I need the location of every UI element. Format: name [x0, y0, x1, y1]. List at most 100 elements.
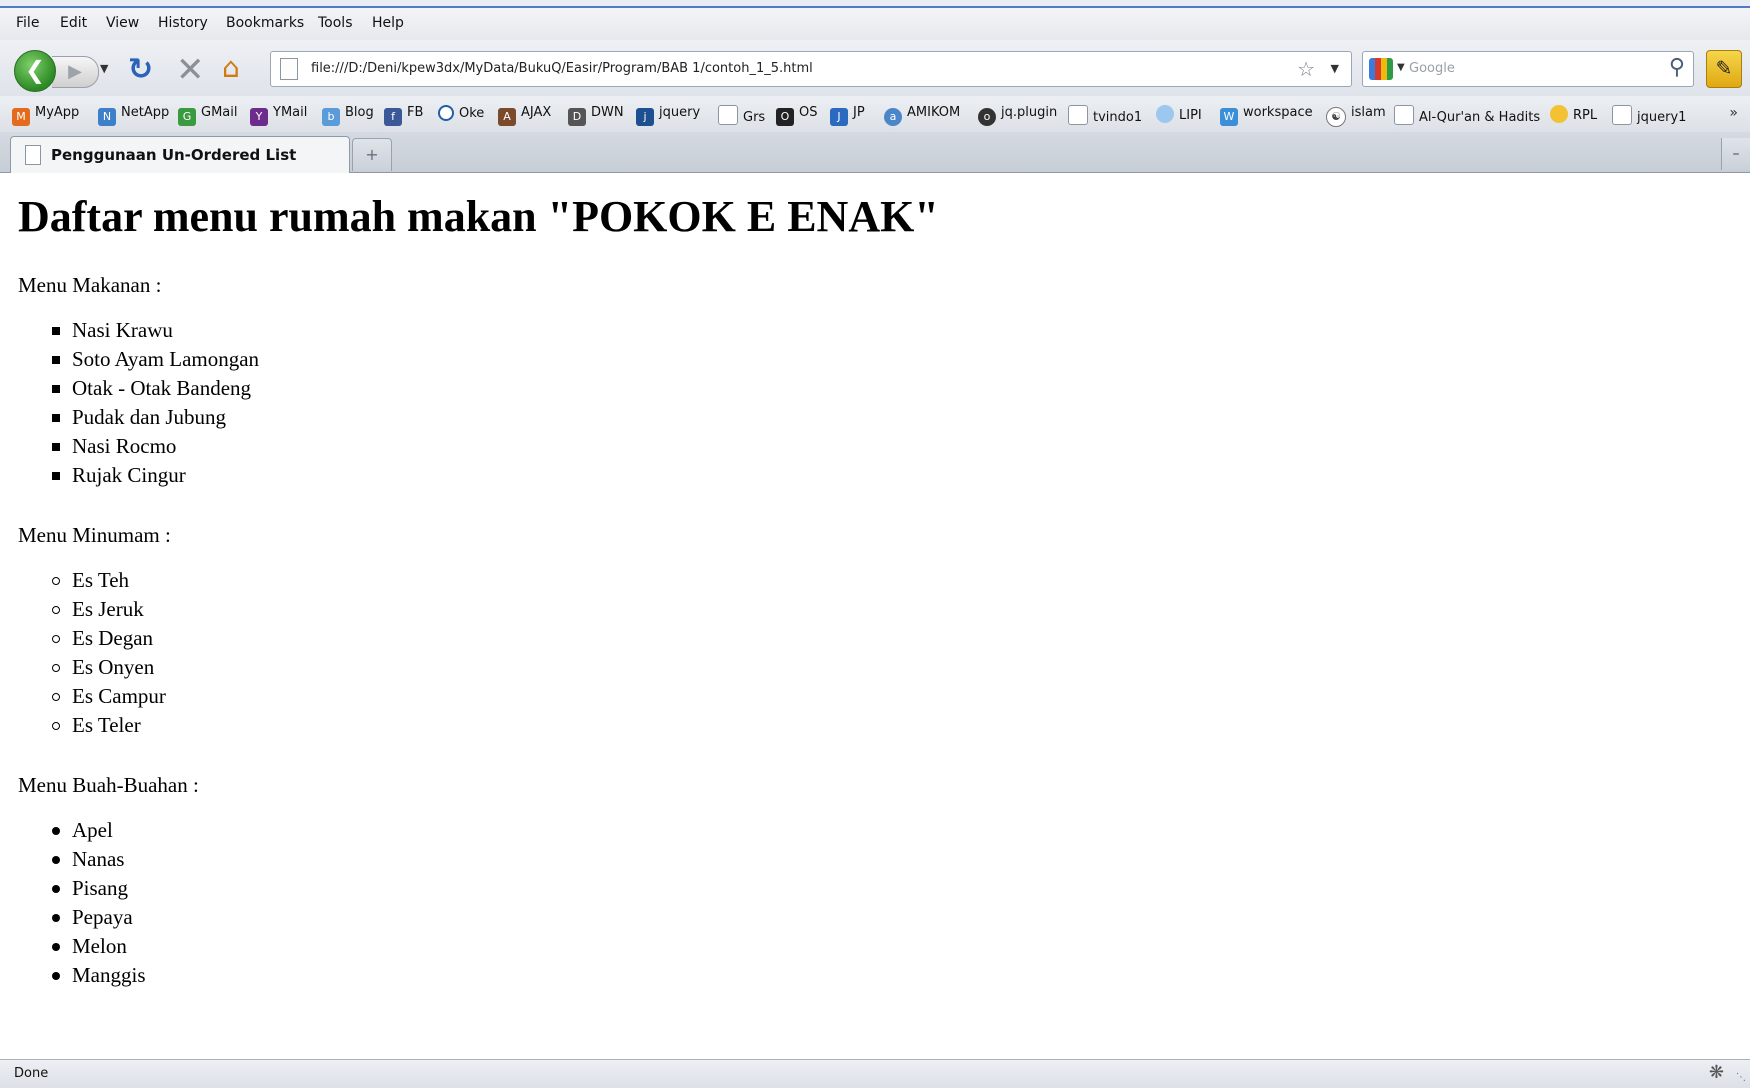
- bookmark-rpl[interactable]: RPL: [1550, 105, 1597, 123]
- menu-edit[interactable]: Edit: [60, 15, 87, 31]
- menu-bookmarks[interactable]: Bookmarks: [226, 15, 304, 31]
- list-item: Manggis: [52, 961, 146, 990]
- tab-list-icon[interactable]: –: [1721, 138, 1750, 170]
- bookmarks-overflow-icon[interactable]: »: [1729, 105, 1738, 121]
- bookmark-gmail[interactable]: G GMail: [178, 105, 237, 126]
- tab-active[interactable]: Penggunaan Un-Ordered List: [10, 136, 350, 173]
- back-button[interactable]: ❮: [14, 50, 56, 92]
- bookmark-star-icon[interactable]: ☆: [1297, 57, 1315, 81]
- bookmark-label: FB: [407, 105, 424, 120]
- bookmark-jq-plugin[interactable]: o jq.plugin: [978, 105, 1057, 126]
- forward-button[interactable]: ▶: [52, 56, 99, 88]
- bookmark-os[interactable]: O OS: [776, 105, 817, 126]
- bookmark-label: DWN: [591, 105, 624, 120]
- bookmark-icon: M: [12, 108, 30, 126]
- list-item: Es Onyen: [52, 653, 166, 682]
- resize-grip-icon[interactable]: ⋱: [1736, 1072, 1746, 1083]
- menu-view[interactable]: View: [106, 15, 139, 31]
- bookmark-ajax[interactable]: A AJAX: [498, 105, 551, 126]
- bookmark-alquran-hadits[interactable]: Al-Qur'an & Hadits: [1394, 105, 1540, 125]
- new-tab-button[interactable]: +: [352, 138, 392, 171]
- bookmark-tvindo1[interactable]: tvindo1: [1068, 105, 1142, 125]
- bookmark-label: YMail: [273, 105, 308, 120]
- page-icon: [25, 145, 41, 165]
- bookmark-label: jquery1: [1637, 110, 1687, 125]
- history-dropdown-icon[interactable]: ▼: [100, 62, 108, 75]
- addon-icon[interactable]: ✎: [1706, 50, 1742, 88]
- window-top-border: [0, 0, 1750, 8]
- search-engine-icon[interactable]: [1369, 58, 1393, 80]
- search-bar[interactable]: ▼ Google ⚲: [1362, 51, 1694, 87]
- bookmark-icon: [1550, 105, 1568, 123]
- addon-status-icon[interactable]: ❋: [1709, 1062, 1724, 1083]
- list-item: Nasi Rocmo: [52, 432, 259, 461]
- bookmark-dwn[interactable]: D DWN: [568, 105, 624, 126]
- bookmark-jquery1[interactable]: jquery1: [1612, 105, 1686, 125]
- bookmark-icon: [1394, 105, 1414, 125]
- bookmark-icon: [1156, 105, 1174, 123]
- bookmark-myapp[interactable]: M MyApp: [12, 105, 79, 126]
- bookmark-icon: ☯: [1326, 107, 1346, 127]
- url-bar[interactable]: file:///D:/Deni/kpew3dx/MyData/BukuQ/Eas…: [270, 51, 1352, 87]
- list-item: Es Teh: [52, 566, 166, 595]
- menu-tools[interactable]: Tools: [318, 15, 353, 31]
- bookmark-label: JP: [853, 105, 865, 120]
- bookmark-label: Grs: [743, 110, 766, 125]
- bookmark-fb[interactable]: f FB: [384, 105, 423, 126]
- bookmark-netapp[interactable]: N NetApp: [98, 105, 169, 126]
- bookmark-amikom[interactable]: a AMIKOM: [884, 105, 960, 126]
- bookmark-lipi[interactable]: LIPI: [1156, 105, 1202, 123]
- bookmark-label: Blog: [345, 105, 374, 120]
- search-engine-dropdown-icon[interactable]: ▼: [1397, 62, 1405, 73]
- menu-history[interactable]: History: [158, 15, 208, 31]
- status-bar: Done ❋ ⋱: [0, 1059, 1750, 1088]
- bookmark-label: Al-Qur'an & Hadits: [1419, 110, 1541, 125]
- bookmark-label: tvindo1: [1093, 110, 1143, 125]
- bookmark-icon: D: [568, 108, 586, 126]
- bookmark-oke[interactable]: Oke: [438, 105, 484, 121]
- back-arrow-icon: ❮: [24, 56, 46, 84]
- menu-file[interactable]: File: [16, 15, 39, 31]
- section-label-buah: Menu Buah-Buahan :: [18, 773, 199, 797]
- section-label-makanan: Menu Makanan :: [18, 273, 162, 297]
- list-item: Es Teler: [52, 711, 166, 740]
- url-text[interactable]: file:///D:/Deni/kpew3dx/MyData/BukuQ/Eas…: [311, 61, 813, 76]
- list-item: Pudak dan Jubung: [52, 403, 259, 432]
- url-dropdown-icon[interactable]: ▼: [1331, 62, 1339, 75]
- bookmark-grs[interactable]: Grs: [718, 105, 765, 125]
- fruit-list: Apel Nanas Pisang Pepaya Melon Manggis: [52, 816, 146, 990]
- bookmark-ymail[interactable]: Y YMail: [250, 105, 307, 126]
- bookmark-jquery[interactable]: j jquery: [636, 105, 700, 126]
- bookmark-label: AJAX: [521, 105, 552, 120]
- bookmark-icon: A: [498, 108, 516, 126]
- section-label-minuman: Menu Minumam :: [18, 523, 171, 547]
- bookmark-label: GMail: [201, 105, 238, 120]
- bookmark-workspace[interactable]: Wworkspace: [1220, 105, 1313, 126]
- list-item: Melon: [52, 932, 146, 961]
- bookmark-blog[interactable]: b Blog: [322, 105, 374, 126]
- list-item: Otak - Otak Bandeng: [52, 374, 259, 403]
- drink-list: Es Teh Es Jeruk Es Degan Es Onyen Es Cam…: [52, 566, 166, 740]
- bookmark-icon: G: [178, 108, 196, 126]
- tab-bar: Penggunaan Un-Ordered List + –: [0, 132, 1750, 173]
- home-icon[interactable]: ⌂: [222, 51, 240, 84]
- menu-help[interactable]: Help: [372, 15, 404, 31]
- list-item: Es Campur: [52, 682, 166, 711]
- bookmark-icon: a: [884, 108, 902, 126]
- bookmark-jp[interactable]: J JP: [830, 105, 865, 126]
- list-item: Nasi Krawu: [52, 316, 259, 345]
- search-icon[interactable]: ⚲: [1669, 55, 1685, 80]
- bookmark-islam[interactable]: ☯ islam: [1326, 105, 1386, 127]
- list-item: Es Jeruk: [52, 595, 166, 624]
- reload-icon[interactable]: ↻: [128, 52, 153, 87]
- search-input[interactable]: Google: [1409, 61, 1455, 76]
- bookmark-label: jq.plugin: [1001, 105, 1058, 120]
- menu-bar: File Edit View History Bookmarks Tools H…: [0, 8, 1750, 40]
- bookmark-icon: [1068, 105, 1088, 125]
- stop-icon[interactable]: ✕: [176, 50, 205, 90]
- bookmark-icon: Y: [250, 108, 268, 126]
- navigation-toolbar: ▶ ❮ ▼ ↻ ✕ ⌂ file:///D:/Deni/kpew3dx/MyDa…: [0, 40, 1750, 96]
- page-icon: [280, 58, 298, 80]
- list-item: Apel: [52, 816, 146, 845]
- bookmark-label: jquery: [659, 105, 701, 120]
